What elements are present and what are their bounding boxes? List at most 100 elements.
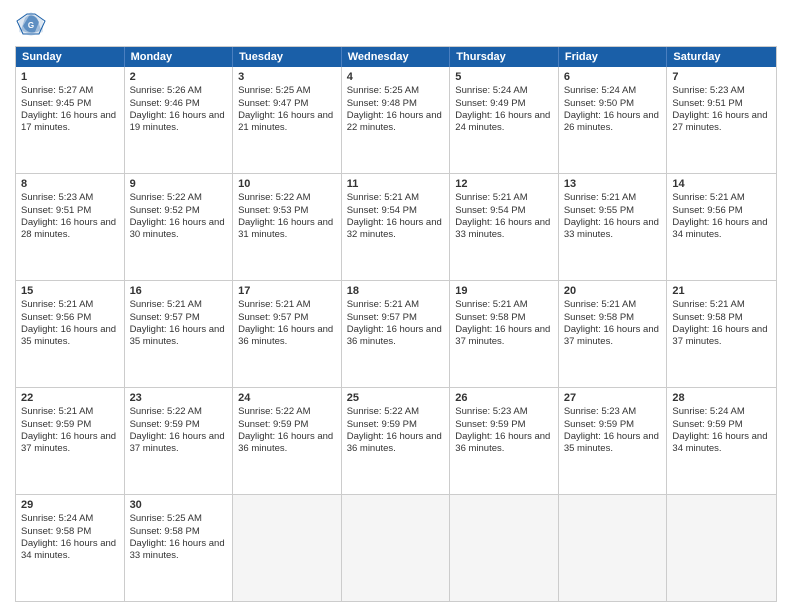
sunset: Sunset: 9:53 PM xyxy=(238,205,308,216)
sunrise: Sunrise: 5:21 AM xyxy=(21,299,93,310)
day-number: 17 xyxy=(238,284,336,298)
daylight: Daylight: 16 hours and 19 minutes. xyxy=(130,110,225,133)
daylight: Daylight: 16 hours and 37 minutes. xyxy=(564,324,659,347)
sunrise: Sunrise: 5:23 AM xyxy=(672,85,744,96)
cal-cell: 13 Sunrise: 5:21 AM Sunset: 9:55 PM Dayl… xyxy=(559,174,668,280)
day-number: 7 xyxy=(672,70,771,84)
sunset: Sunset: 9:59 PM xyxy=(130,419,200,430)
day-number: 9 xyxy=(130,177,228,191)
sunrise: Sunrise: 5:21 AM xyxy=(672,192,744,203)
sunset: Sunset: 9:45 PM xyxy=(21,98,91,109)
sunset: Sunset: 9:58 PM xyxy=(564,312,634,323)
cal-cell: 17 Sunrise: 5:21 AM Sunset: 9:57 PM Dayl… xyxy=(233,281,342,387)
day-number: 21 xyxy=(672,284,771,298)
sunrise: Sunrise: 5:22 AM xyxy=(347,406,419,417)
cal-cell: 11 Sunrise: 5:21 AM Sunset: 9:54 PM Dayl… xyxy=(342,174,451,280)
sunrise: Sunrise: 5:21 AM xyxy=(347,192,419,203)
sunset: Sunset: 9:50 PM xyxy=(564,98,634,109)
cal-cell: 15 Sunrise: 5:21 AM Sunset: 9:56 PM Dayl… xyxy=(16,281,125,387)
calendar-row: 15 Sunrise: 5:21 AM Sunset: 9:56 PM Dayl… xyxy=(16,281,776,388)
day-number: 10 xyxy=(238,177,336,191)
sunset: Sunset: 9:57 PM xyxy=(238,312,308,323)
logo-icon: G xyxy=(15,10,47,38)
sunset: Sunset: 9:59 PM xyxy=(347,419,417,430)
sunset: Sunset: 9:51 PM xyxy=(672,98,742,109)
sunset: Sunset: 9:57 PM xyxy=(130,312,200,323)
sunset: Sunset: 9:54 PM xyxy=(455,205,525,216)
sunrise: Sunrise: 5:21 AM xyxy=(455,299,527,310)
cal-cell: 16 Sunrise: 5:21 AM Sunset: 9:57 PM Dayl… xyxy=(125,281,234,387)
sunset: Sunset: 9:59 PM xyxy=(21,419,91,430)
sunrise: Sunrise: 5:21 AM xyxy=(455,192,527,203)
sunrise: Sunrise: 5:25 AM xyxy=(130,513,202,524)
day-number: 11 xyxy=(347,177,445,191)
cal-cell: 28 Sunrise: 5:24 AM Sunset: 9:59 PM Dayl… xyxy=(667,388,776,494)
daylight: Daylight: 16 hours and 26 minutes. xyxy=(564,110,659,133)
header-wednesday: Wednesday xyxy=(342,47,451,67)
daylight: Daylight: 16 hours and 35 minutes. xyxy=(21,324,116,347)
sunset: Sunset: 9:59 PM xyxy=(564,419,634,430)
cal-cell xyxy=(667,495,776,601)
daylight: Daylight: 16 hours and 34 minutes. xyxy=(21,538,116,561)
day-number: 13 xyxy=(564,177,662,191)
cal-cell: 29 Sunrise: 5:24 AM Sunset: 9:58 PM Dayl… xyxy=(16,495,125,601)
sunrise: Sunrise: 5:21 AM xyxy=(130,299,202,310)
sunrise: Sunrise: 5:21 AM xyxy=(564,299,636,310)
day-number: 15 xyxy=(21,284,119,298)
sunrise: Sunrise: 5:23 AM xyxy=(564,406,636,417)
sunset: Sunset: 9:58 PM xyxy=(455,312,525,323)
cal-cell: 3 Sunrise: 5:25 AM Sunset: 9:47 PM Dayli… xyxy=(233,67,342,173)
daylight: Daylight: 16 hours and 34 minutes. xyxy=(672,431,767,454)
daylight: Daylight: 16 hours and 37 minutes. xyxy=(455,324,550,347)
sunrise: Sunrise: 5:25 AM xyxy=(238,85,310,96)
header-friday: Friday xyxy=(559,47,668,67)
sunrise: Sunrise: 5:21 AM xyxy=(21,406,93,417)
daylight: Daylight: 16 hours and 22 minutes. xyxy=(347,110,442,133)
sunrise: Sunrise: 5:23 AM xyxy=(21,192,93,203)
daylight: Daylight: 16 hours and 35 minutes. xyxy=(564,431,659,454)
day-number: 6 xyxy=(564,70,662,84)
day-number: 1 xyxy=(21,70,119,84)
cal-cell: 8 Sunrise: 5:23 AM Sunset: 9:51 PM Dayli… xyxy=(16,174,125,280)
sunset: Sunset: 9:58 PM xyxy=(672,312,742,323)
cal-cell: 7 Sunrise: 5:23 AM Sunset: 9:51 PM Dayli… xyxy=(667,67,776,173)
cal-cell: 22 Sunrise: 5:21 AM Sunset: 9:59 PM Dayl… xyxy=(16,388,125,494)
sunrise: Sunrise: 5:24 AM xyxy=(564,85,636,96)
svg-text:G: G xyxy=(28,21,34,30)
day-number: 19 xyxy=(455,284,553,298)
day-number: 27 xyxy=(564,391,662,405)
daylight: Daylight: 16 hours and 24 minutes. xyxy=(455,110,550,133)
sunset: Sunset: 9:56 PM xyxy=(672,205,742,216)
daylight: Daylight: 16 hours and 36 minutes. xyxy=(238,324,333,347)
cal-cell xyxy=(559,495,668,601)
sunset: Sunset: 9:58 PM xyxy=(130,526,200,537)
daylight: Daylight: 16 hours and 28 minutes. xyxy=(21,217,116,240)
cal-cell: 12 Sunrise: 5:21 AM Sunset: 9:54 PM Dayl… xyxy=(450,174,559,280)
sunrise: Sunrise: 5:26 AM xyxy=(130,85,202,96)
sunset: Sunset: 9:56 PM xyxy=(21,312,91,323)
daylight: Daylight: 16 hours and 33 minutes. xyxy=(130,538,225,561)
daylight: Daylight: 16 hours and 37 minutes. xyxy=(672,324,767,347)
sunrise: Sunrise: 5:21 AM xyxy=(672,299,744,310)
daylight: Daylight: 16 hours and 34 minutes. xyxy=(672,217,767,240)
day-number: 14 xyxy=(672,177,771,191)
cal-cell: 1 Sunrise: 5:27 AM Sunset: 9:45 PM Dayli… xyxy=(16,67,125,173)
calendar: Sunday Monday Tuesday Wednesday Thursday… xyxy=(15,46,777,602)
day-number: 24 xyxy=(238,391,336,405)
cal-cell: 24 Sunrise: 5:22 AM Sunset: 9:59 PM Dayl… xyxy=(233,388,342,494)
day-number: 23 xyxy=(130,391,228,405)
sunrise: Sunrise: 5:22 AM xyxy=(130,406,202,417)
sunrise: Sunrise: 5:27 AM xyxy=(21,85,93,96)
sunrise: Sunrise: 5:25 AM xyxy=(347,85,419,96)
cal-cell: 25 Sunrise: 5:22 AM Sunset: 9:59 PM Dayl… xyxy=(342,388,451,494)
cal-cell: 10 Sunrise: 5:22 AM Sunset: 9:53 PM Dayl… xyxy=(233,174,342,280)
daylight: Daylight: 16 hours and 27 minutes. xyxy=(672,110,767,133)
day-number: 18 xyxy=(347,284,445,298)
day-number: 26 xyxy=(455,391,553,405)
day-number: 5 xyxy=(455,70,553,84)
daylight: Daylight: 16 hours and 33 minutes. xyxy=(455,217,550,240)
sunset: Sunset: 9:48 PM xyxy=(347,98,417,109)
sunset: Sunset: 9:49 PM xyxy=(455,98,525,109)
day-number: 22 xyxy=(21,391,119,405)
day-number: 25 xyxy=(347,391,445,405)
